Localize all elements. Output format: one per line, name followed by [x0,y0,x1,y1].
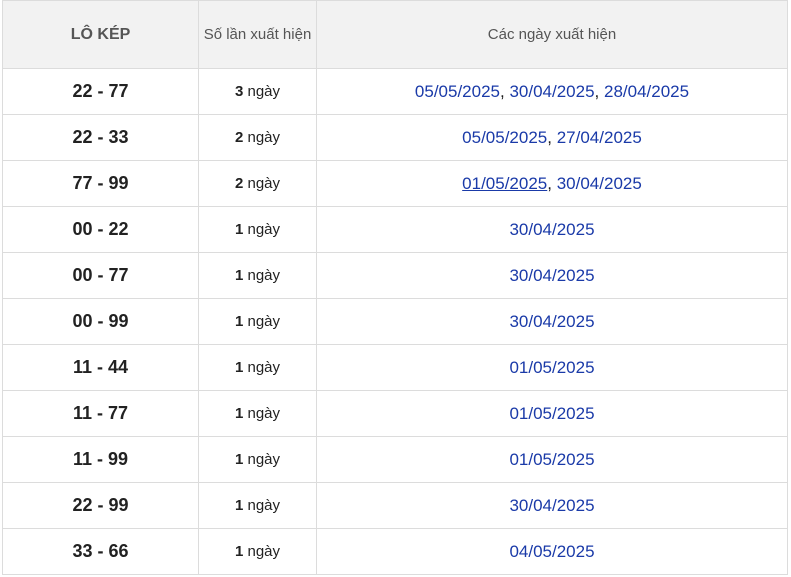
appearance-dates: 05/05/2025, 27/04/2025 [316,114,788,161]
appearance-count: 1 ngày [198,252,317,299]
lo-kep-pair: 11 - 77 [2,390,199,437]
table-row: 22 - 77 3 ngày 05/05/2025, 30/04/2025, 28/… [2,68,788,115]
appearance-count: 1 ngày [198,206,317,253]
table-row: 00 - 77 1 ngày 30/04/2025 [2,252,788,299]
count-unit: ngày [243,267,281,284]
lo-kep-pair: 33 - 66 [2,528,199,575]
appearance-dates: 30/04/2025 [316,482,788,529]
table-row: 11 - 77 1 ngày 01/05/2025 [2,390,788,437]
count-unit: ngày [243,221,281,238]
appearance-count: 1 ngày [198,436,317,483]
count-unit: ngày [243,451,281,468]
date-link[interactable]: 30/04/2025 [509,82,594,101]
appearance-dates: 01/05/2025 [316,344,788,391]
date-link[interactable]: 01/05/2025 [462,174,547,193]
table-row: 22 - 33 2 ngày 05/05/2025, 27/04/2025 [2,114,788,161]
date-link[interactable]: 01/05/2025 [509,450,594,469]
appearance-dates: 04/05/2025 [316,528,788,575]
appearance-count: 2 ngày [198,114,317,161]
appearance-dates: 01/05/2025 [316,436,788,483]
table-row: 33 - 66 1 ngày 04/05/2025 [2,528,788,575]
date-separator: , [547,173,557,193]
table-header: LÔ KÉP Số lần xuất hiện Các ngày xuất hi… [2,0,788,69]
date-separator: , [547,127,557,147]
lo-kep-table: LÔ KÉP Số lần xuất hiện Các ngày xuất hi… [2,0,788,575]
table-row: 11 - 44 1 ngày 01/05/2025 [2,344,788,391]
date-link[interactable]: 28/04/2025 [604,82,689,101]
appearance-count: 1 ngày [198,390,317,437]
appearance-count: 1 ngày [198,482,317,529]
table-row: 22 - 99 1 ngày 30/04/2025 [2,482,788,529]
header-cac-ngay-xuat-hien: Các ngày xuất hiện [316,0,788,69]
date-link[interactable]: 30/04/2025 [509,312,594,331]
date-link[interactable]: 30/04/2025 [509,496,594,515]
appearance-dates: 30/04/2025 [316,206,788,253]
date-separator: , [594,81,604,101]
lo-kep-pair: 22 - 77 [2,68,199,115]
lo-kep-pair: 22 - 99 [2,482,199,529]
count-unit: ngày [243,129,281,146]
date-link[interactable]: 01/05/2025 [509,404,594,423]
lo-kep-pair: 77 - 99 [2,160,199,207]
date-link[interactable]: 30/04/2025 [509,266,594,285]
lo-kep-pair: 11 - 99 [2,436,199,483]
table-row: 00 - 99 1 ngày 30/04/2025 [2,298,788,345]
appearance-count: 1 ngày [198,344,317,391]
appearance-count: 3 ngày [198,68,317,115]
count-unit: ngày [243,359,281,376]
lo-kep-pair: 00 - 99 [2,298,199,345]
lo-kep-pair: 00 - 22 [2,206,199,253]
appearance-dates: 05/05/2025, 30/04/2025, 28/04/2025 [316,68,788,115]
date-link[interactable]: 04/05/2025 [509,542,594,561]
count-unit: ngày [243,175,281,192]
header-lo-kep: LÔ KÉP [2,0,199,69]
appearance-count: 1 ngày [198,298,317,345]
appearance-dates: 01/05/2025 [316,390,788,437]
appearance-count: 1 ngày [198,528,317,575]
appearance-dates: 01/05/2025, 30/04/2025 [316,160,788,207]
appearance-count: 2 ngày [198,160,317,207]
appearance-dates: 30/04/2025 [316,298,788,345]
table-row: 00 - 22 1 ngày 30/04/2025 [2,206,788,253]
lo-kep-table-container: LÔ KÉP Số lần xuất hiện Các ngày xuất hi… [2,0,789,575]
lo-kep-pair: 11 - 44 [2,344,199,391]
lo-kep-pair: 22 - 33 [2,114,199,161]
header-row: LÔ KÉP Số lần xuất hiện Các ngày xuất hi… [2,0,788,69]
table-body: 22 - 77 3 ngày 05/05/2025, 30/04/2025, 28/… [2,68,788,575]
count-unit: ngày [243,497,281,514]
count-unit: ngày [243,543,281,560]
count-unit: ngày [243,405,281,422]
date-link[interactable]: 05/05/2025 [415,82,500,101]
date-link[interactable]: 05/05/2025 [462,128,547,147]
count-unit: ngày [243,313,281,330]
table-row: 77 - 99 2 ngày 01/05/2025, 30/04/2025 [2,160,788,207]
header-so-lan-xuat-hien: Số lần xuất hiện [198,0,317,69]
count-unit: ngày [243,83,281,100]
appearance-dates: 30/04/2025 [316,252,788,299]
date-link[interactable]: 30/04/2025 [557,174,642,193]
lo-kep-pair: 00 - 77 [2,252,199,299]
date-link[interactable]: 30/04/2025 [509,220,594,239]
date-link[interactable]: 01/05/2025 [509,358,594,377]
table-row: 11 - 99 1 ngày 01/05/2025 [2,436,788,483]
date-link[interactable]: 27/04/2025 [557,128,642,147]
